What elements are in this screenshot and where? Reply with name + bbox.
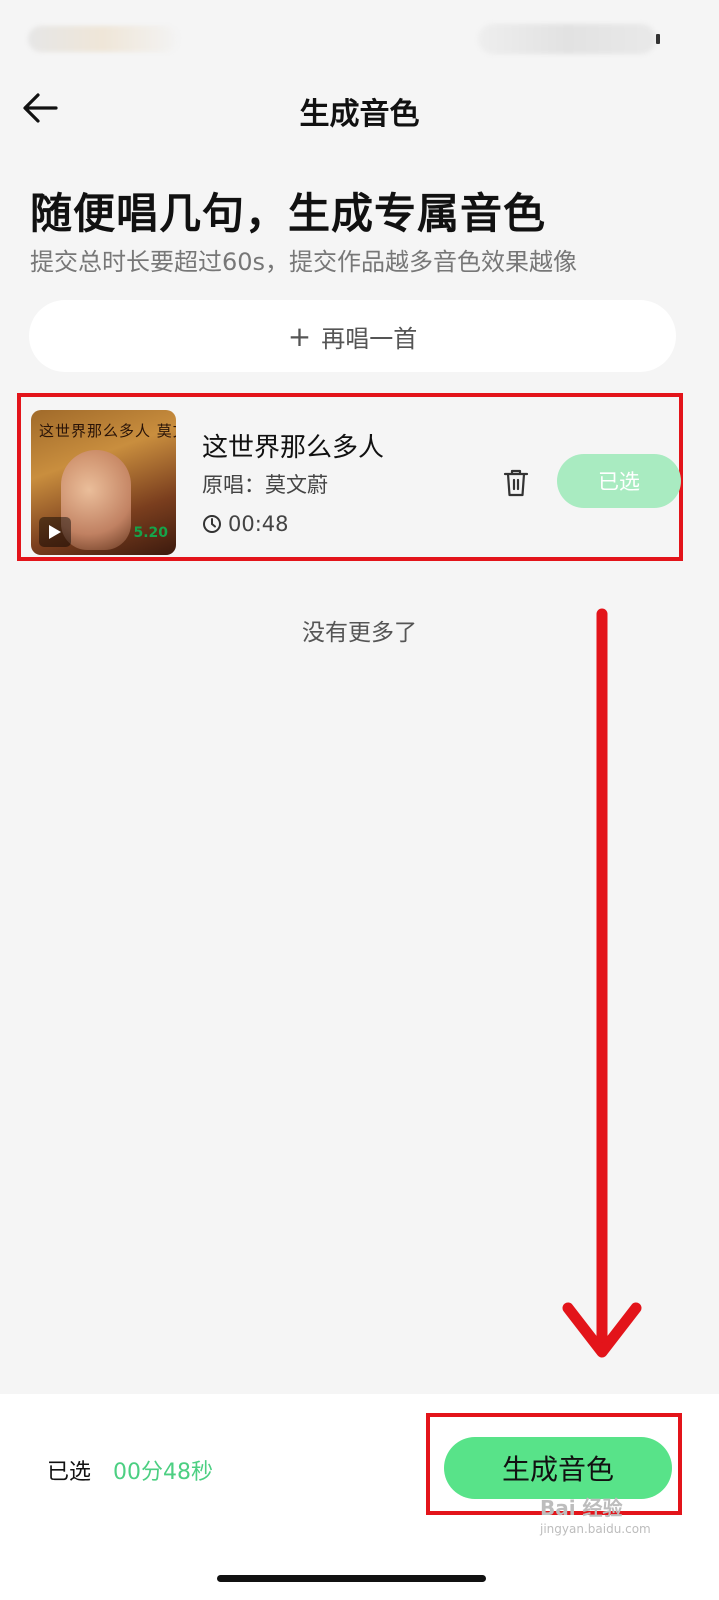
watermark-line-1: Bai 经验	[540, 1496, 623, 1520]
page-heading: 随便唱几句，生成专属音色	[30, 189, 547, 238]
status-bar-time-blurred	[28, 26, 178, 52]
page-subheading: 提交总时长要超过60s，提交作品越多音色效果越像	[30, 248, 578, 276]
cover-date-text: 5.20	[133, 525, 168, 541]
song-card[interactable]: 这世界那么多人 莫文蔚 5.20 这世界那么多人 原唱：莫文蔚 00:48 已选	[17, 393, 683, 561]
cover-artwork	[61, 450, 131, 550]
home-indicator[interactable]	[217, 1575, 486, 1582]
selected-duration-label: 已选	[47, 1460, 92, 1485]
cover-title-text: 这世界那么多人 莫文蔚	[39, 422, 176, 440]
watermark-line-2: jingyan.baidu.com	[540, 1522, 651, 1536]
sing-again-label: 再唱一首	[321, 324, 418, 353]
song-duration: 00:48	[228, 512, 289, 536]
generate-voice-button[interactable]: 生成音色	[444, 1437, 672, 1499]
status-bar	[0, 0, 719, 75]
battery-icon	[656, 34, 660, 44]
bottom-bar: 已选 00分48秒 生成音色 Bai 经验 jingyan.baidu.com	[0, 1394, 719, 1600]
play-button[interactable]	[39, 517, 71, 547]
clock-icon	[203, 515, 221, 533]
song-title: 这世界那么多人	[202, 433, 385, 463]
selected-button[interactable]: 已选	[557, 454, 681, 508]
delete-button[interactable]	[501, 467, 531, 499]
nav-bar: 生成音色	[0, 75, 719, 147]
selected-duration-value: 00分48秒	[113, 1460, 213, 1485]
plus-icon: +	[287, 319, 312, 353]
play-icon	[49, 525, 61, 539]
down-arrow-annotation-icon	[562, 608, 642, 1358]
watermark: Bai 经验 jingyan.baidu.com	[540, 1492, 690, 1544]
sing-again-button[interactable]: + 再唱一首	[29, 300, 676, 372]
song-artist: 原唱：莫文蔚	[202, 473, 328, 497]
status-bar-indicators-blurred	[478, 24, 656, 54]
song-duration-row: 00:48	[202, 512, 289, 536]
trash-icon	[503, 469, 529, 497]
album-cover[interactable]: 这世界那么多人 莫文蔚 5.20	[31, 410, 176, 555]
page-title: 生成音色	[299, 97, 420, 132]
